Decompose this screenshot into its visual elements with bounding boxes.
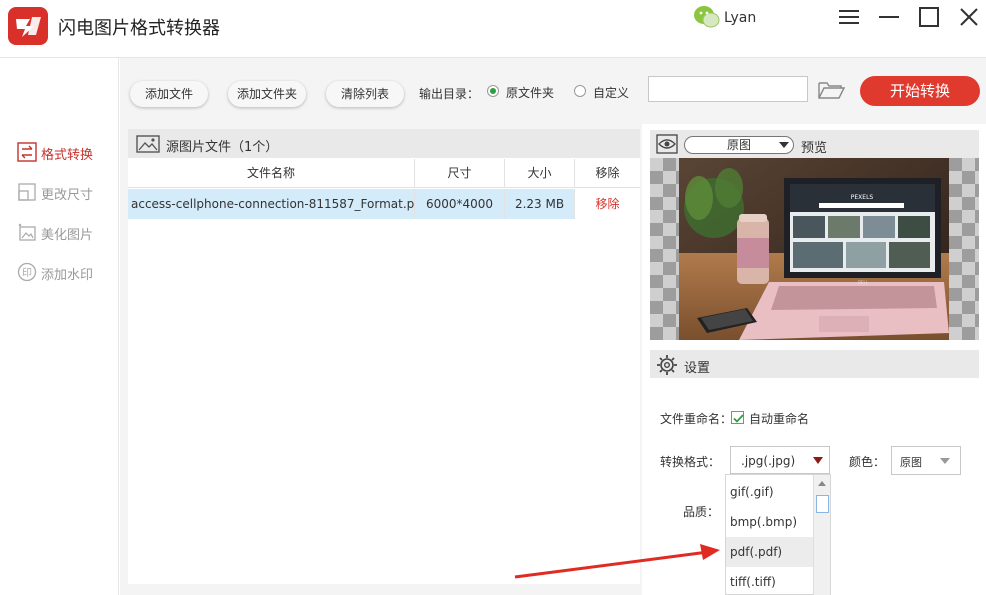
source-folder-radio[interactable] — [487, 85, 499, 97]
photo-brand-text: PEXELS — [851, 194, 874, 201]
custom-folder-label[interactable]: 自定义 — [593, 84, 629, 101]
sidebar-item-label: 更改尺寸 — [41, 188, 94, 203]
file-dimensions-cell: 6000*4000 — [415, 189, 505, 219]
sidebar-item-resize[interactable]: 更改尺寸 — [17, 182, 117, 203]
file-list-header: 源图片文件（1个） — [128, 129, 640, 158]
folder-open-icon[interactable] — [817, 79, 845, 101]
source-folder-label[interactable]: 原文件夹 — [506, 84, 554, 101]
file-list-panel: 源图片文件（1个） 文件名称 尺寸 大小 移除 access-cellphone… — [120, 124, 642, 595]
eye-icon — [656, 134, 678, 154]
format-select-value: .jpg(.jpg) — [741, 454, 796, 468]
preview-canvas: PEXELS DELL — [650, 158, 979, 340]
chevron-down-icon — [779, 142, 789, 148]
column-header-remove: 移除 — [575, 159, 640, 188]
minimize-icon[interactable] — [878, 6, 900, 28]
sidebar-item-label: 格式转换 — [41, 148, 94, 163]
scroll-thumb[interactable] — [816, 495, 829, 513]
file-name-cell: access-cellphone-connection-811587_Forma… — [128, 189, 415, 219]
auto-rename-label[interactable]: 自动重命名 — [749, 410, 809, 427]
format-label: 转换格式： — [660, 455, 721, 469]
add-folder-button[interactable]: 添加文件夹 — [228, 81, 306, 107]
sidebar-item-watermark[interactable]: 印 添加水印 — [17, 262, 117, 283]
rename-label: 文件重命名： — [660, 412, 733, 426]
sidebar-item-label: 美化图片 — [41, 228, 94, 243]
file-size-cell: 2.23 MB — [505, 189, 575, 219]
format-option-tiff[interactable]: tiff(.tiff) — [726, 567, 814, 595]
check-icon — [733, 414, 744, 423]
preview-label: 预览 — [801, 141, 828, 156]
format-option-bmp[interactable]: bmp(.bmp) — [726, 507, 814, 537]
sidebar: 格式转换 更改尺寸 美化图片 印 添加水印 — [0, 58, 119, 595]
app-logo-icon — [8, 7, 48, 45]
output-path-input[interactable] — [648, 76, 808, 102]
sidebar-item-label: 添加水印 — [41, 268, 94, 283]
app-title: 闪电图片格式转换器 — [58, 18, 220, 39]
color-label: 颜色： — [849, 455, 886, 469]
sidebar-item-format-convert[interactable]: 格式转换 — [17, 142, 117, 163]
user-name: Lyan — [724, 10, 757, 26]
menu-icon[interactable] — [838, 6, 860, 28]
table-row[interactable]: access-cellphone-connection-811587_Forma… — [128, 189, 640, 219]
preview-mode-select[interactable]: 原图 — [684, 136, 794, 154]
format-option-gif[interactable]: gif(.gif) — [726, 477, 814, 507]
color-select[interactable]: 原图 — [891, 446, 961, 475]
chevron-down-icon — [940, 458, 950, 464]
custom-folder-radio[interactable] — [574, 85, 586, 97]
laptop-brand-text: DELL — [858, 280, 869, 285]
sidebar-item-beautify[interactable]: 美化图片 — [17, 222, 117, 243]
gear-icon — [657, 355, 677, 375]
start-convert-button[interactable]: 开始转换 — [860, 76, 980, 106]
image-icon — [136, 135, 160, 153]
dropdown-scrollbar[interactable] — [813, 475, 830, 595]
close-icon[interactable] — [958, 6, 980, 28]
auto-rename-checkbox[interactable] — [731, 411, 744, 424]
column-header-dimensions[interactable]: 尺寸 — [415, 159, 505, 188]
column-header-name[interactable]: 文件名称 — [128, 159, 415, 188]
title-bar: 闪电图片格式转换器 Lyan — [0, 0, 986, 58]
wechat-icon — [694, 6, 720, 28]
format-select[interactable]: .jpg(.jpg) — [730, 446, 830, 474]
clear-list-button[interactable]: 清除列表 — [326, 81, 404, 107]
output-dir-label: 输出目录： — [419, 87, 480, 101]
settings-title: 设置 — [684, 361, 711, 376]
remove-file-button[interactable]: 移除 — [575, 189, 640, 219]
file-list-title: 源图片文件（1个） — [166, 140, 279, 155]
quality-label: 品质： — [683, 505, 720, 519]
svg-text:印: 印 — [22, 267, 32, 279]
resize-icon — [18, 183, 36, 201]
maximize-icon[interactable] — [918, 6, 940, 28]
watermark-icon: 印 — [17, 262, 37, 282]
preview-mode-value: 原图 — [726, 138, 751, 152]
format-dropdown-list: gif(.gif) bmp(.bmp) pdf(.pdf) tiff(.tiff… — [725, 474, 831, 595]
add-file-button[interactable]: 添加文件 — [130, 81, 208, 107]
column-header-size[interactable]: 大小 — [505, 159, 575, 188]
format-option-pdf[interactable]: pdf(.pdf) — [726, 537, 814, 567]
swap-icon — [17, 142, 37, 162]
preview-panel: 原图 预览 PEXELS DELL — [650, 130, 979, 340]
scroll-up-icon[interactable] — [818, 481, 826, 486]
toolbar: 添加文件 添加文件夹 清除列表 输出目录： 原文件夹 自定义 开始转换 — [120, 58, 986, 124]
preview-image: PEXELS DELL — [679, 158, 949, 340]
color-select-value: 原图 — [900, 456, 922, 469]
beautify-icon — [18, 223, 36, 241]
user-account[interactable]: Lyan — [693, 4, 763, 34]
chevron-down-icon — [813, 457, 823, 464]
